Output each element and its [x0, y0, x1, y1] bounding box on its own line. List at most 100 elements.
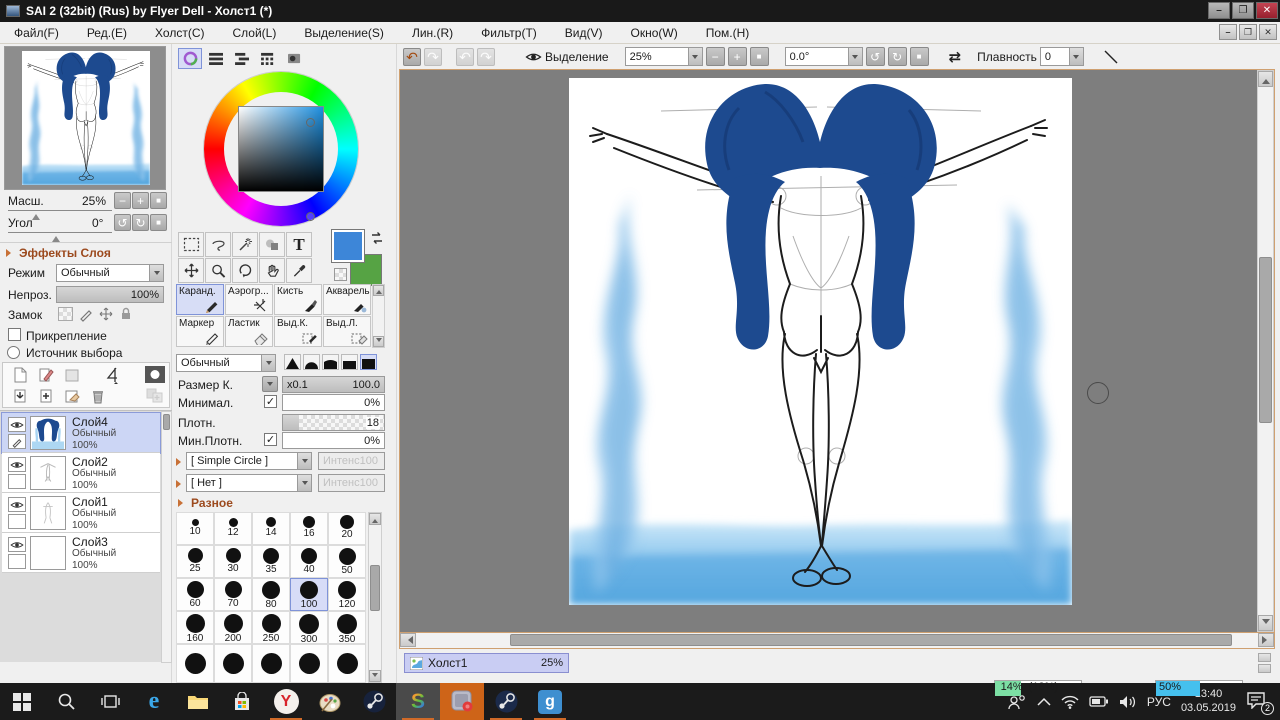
doc-restore-button[interactable]: ❐ [1239, 24, 1257, 40]
tip-spike-icon[interactable] [284, 354, 301, 370]
size-cell[interactable]: 300 [290, 611, 328, 644]
selection-source-radio[interactable] [7, 346, 20, 359]
zoom-reset-button[interactable]: ■ [750, 47, 769, 66]
min-density-value-box[interactable]: 0% [282, 432, 385, 449]
clip-checkbox[interactable] [8, 328, 21, 341]
brush-size-slider[interactable]: x0.1 100.0 [282, 376, 385, 393]
language-indicator[interactable]: РУС [1147, 695, 1171, 709]
size-grid-scrollbar-thumb[interactable] [370, 565, 380, 611]
brush-airbrush[interactable]: Аэрогр... [225, 284, 273, 315]
nav-rotate-cw-button[interactable]: ↻ [132, 214, 149, 231]
min-size-checkbox[interactable]: ✓ [264, 395, 277, 408]
taskbar-steam-1[interactable] [352, 683, 396, 720]
expand-icon[interactable] [176, 480, 185, 488]
eyedropper-tool[interactable] [286, 258, 312, 283]
size-cell[interactable]: 12 [214, 512, 252, 545]
tab-scroll-up-button[interactable] [1258, 653, 1271, 662]
menu-layer[interactable]: Слой(L) [218, 24, 290, 42]
layer-mode-dropdown[interactable]: Обычный [56, 264, 164, 282]
size-cell[interactable]: 60 [176, 578, 214, 611]
nav-angle-slider-handle[interactable] [52, 232, 60, 242]
menu-file[interactable]: Файл(F) [0, 24, 73, 42]
menu-filter[interactable]: Фильтр(T) [467, 24, 551, 42]
canvas-viewport[interactable] [399, 69, 1275, 633]
nav-zoom-in-button[interactable]: + [132, 192, 149, 209]
size-cell-selected[interactable]: 100 [290, 578, 328, 611]
brush-texture-dropdown[interactable]: [ Нет ] [186, 474, 312, 492]
lock-all-icon[interactable] [118, 306, 134, 322]
layer-visibility-toggle[interactable] [8, 417, 26, 432]
tip-flat-round-icon[interactable] [322, 354, 339, 370]
rotate-tool[interactable] [232, 258, 258, 283]
size-cell[interactable]: 30 [214, 545, 252, 578]
layer-row-sloy3[interactable]: Слой3 Обычный 100% [2, 533, 160, 573]
delete-layer-button[interactable] [89, 387, 107, 405]
angle-dropdown[interactable]: 0.0° [785, 47, 863, 66]
task-view-button[interactable] [88, 683, 132, 720]
layer-mask-button[interactable] [145, 366, 165, 383]
rotate-cw-button[interactable]: ↻ [888, 47, 907, 66]
new-layer-button[interactable] [11, 366, 29, 384]
selection-eye-icon[interactable] [525, 51, 542, 63]
nav-scale-slider-handle[interactable] [32, 210, 40, 220]
brush-shape-dropdown[interactable]: [ Simple Circle ] [186, 452, 312, 470]
start-button[interactable] [0, 683, 44, 720]
tip-square-icon[interactable] [360, 354, 377, 370]
layer-visibility-toggle[interactable] [8, 537, 26, 552]
layer-list-scrollbar[interactable] [161, 411, 172, 663]
hue-selector-dot[interactable] [306, 212, 315, 221]
swap-colors-icon[interactable] [369, 230, 385, 246]
minimize-button[interactable]: – [1208, 2, 1230, 19]
tab-scroll-down-button[interactable] [1258, 664, 1271, 673]
layer-opacity-slider[interactable]: 100% [56, 286, 164, 303]
rgb-sliders-tab[interactable] [204, 48, 228, 69]
taskbar-sai-palette[interactable] [308, 683, 352, 720]
canvas-artwork[interactable] [569, 78, 1072, 605]
layer-row-sloy4[interactable]: Слой4 Обычный 100% [2, 413, 160, 453]
brush-brush[interactable]: Кисть [274, 284, 322, 315]
zoom-out-button[interactable]: − [706, 47, 725, 66]
brush-watercolor[interactable]: Акварель [323, 284, 371, 315]
min-density-checkbox[interactable]: ✓ [264, 433, 277, 446]
duplicate-layer-button[interactable] [37, 387, 55, 405]
restore-button[interactable]: ❐ [1232, 2, 1254, 19]
swatches-tab[interactable] [256, 48, 280, 69]
new-vector-layer-button[interactable] [37, 366, 55, 384]
doc-minimize-button[interactable]: – [1219, 24, 1237, 40]
new-folder-button[interactable] [63, 366, 81, 384]
layer-edit-indicator[interactable] [8, 434, 26, 449]
transform-button[interactable] [103, 365, 123, 385]
brush-select-pen[interactable]: Выд.К. [274, 316, 322, 347]
nav-rotate-reset-button[interactable]: ■ [150, 214, 167, 231]
scratchpad-tab[interactable] [282, 48, 306, 69]
layer-row-sloy1[interactable]: Слой1 Обычный 100% [2, 493, 160, 533]
menu-window[interactable]: Окно(W) [617, 24, 692, 42]
nav-scale-slider[interactable] [8, 210, 112, 211]
size-cell[interactable]: 250 [252, 611, 290, 644]
battery-icon[interactable] [1089, 695, 1109, 708]
tip-round-icon[interactable] [303, 354, 320, 370]
canvas-hscrollbar[interactable] [399, 633, 1275, 649]
zoom-tool[interactable] [205, 258, 231, 283]
layer-edit-indicator[interactable] [8, 554, 26, 569]
canvas-vscrollbar-thumb[interactable] [1259, 257, 1272, 423]
scroll-right-button[interactable] [1258, 633, 1274, 647]
size-grid-scrollbar[interactable] [368, 512, 382, 683]
taskbar-yandex[interactable]: Y [264, 683, 308, 720]
chevron-up-icon[interactable] [1037, 697, 1051, 706]
taskbar-search-button[interactable] [44, 683, 88, 720]
navigator-preview[interactable] [4, 46, 166, 190]
zoom-in-button[interactable]: + [728, 47, 747, 66]
size-cell[interactable] [176, 644, 214, 683]
size-cell[interactable]: 70 [214, 578, 252, 611]
brush-blend-dropdown[interactable]: Обычный [176, 354, 276, 372]
layer-effects-header[interactable]: Эффекты Слоя [6, 246, 111, 260]
min-size-value-box[interactable]: 0% [282, 394, 385, 411]
brush-select-eraser[interactable]: Выд.Л. [323, 316, 371, 347]
hand-tool[interactable] [259, 258, 285, 283]
layer-visibility-toggle[interactable] [8, 497, 26, 512]
size-cell[interactable]: 10 [176, 512, 214, 545]
canvas-hscrollbar-thumb[interactable] [510, 634, 1232, 646]
primary-color-swatch[interactable] [332, 230, 364, 262]
scroll-up-button[interactable] [1258, 71, 1273, 87]
